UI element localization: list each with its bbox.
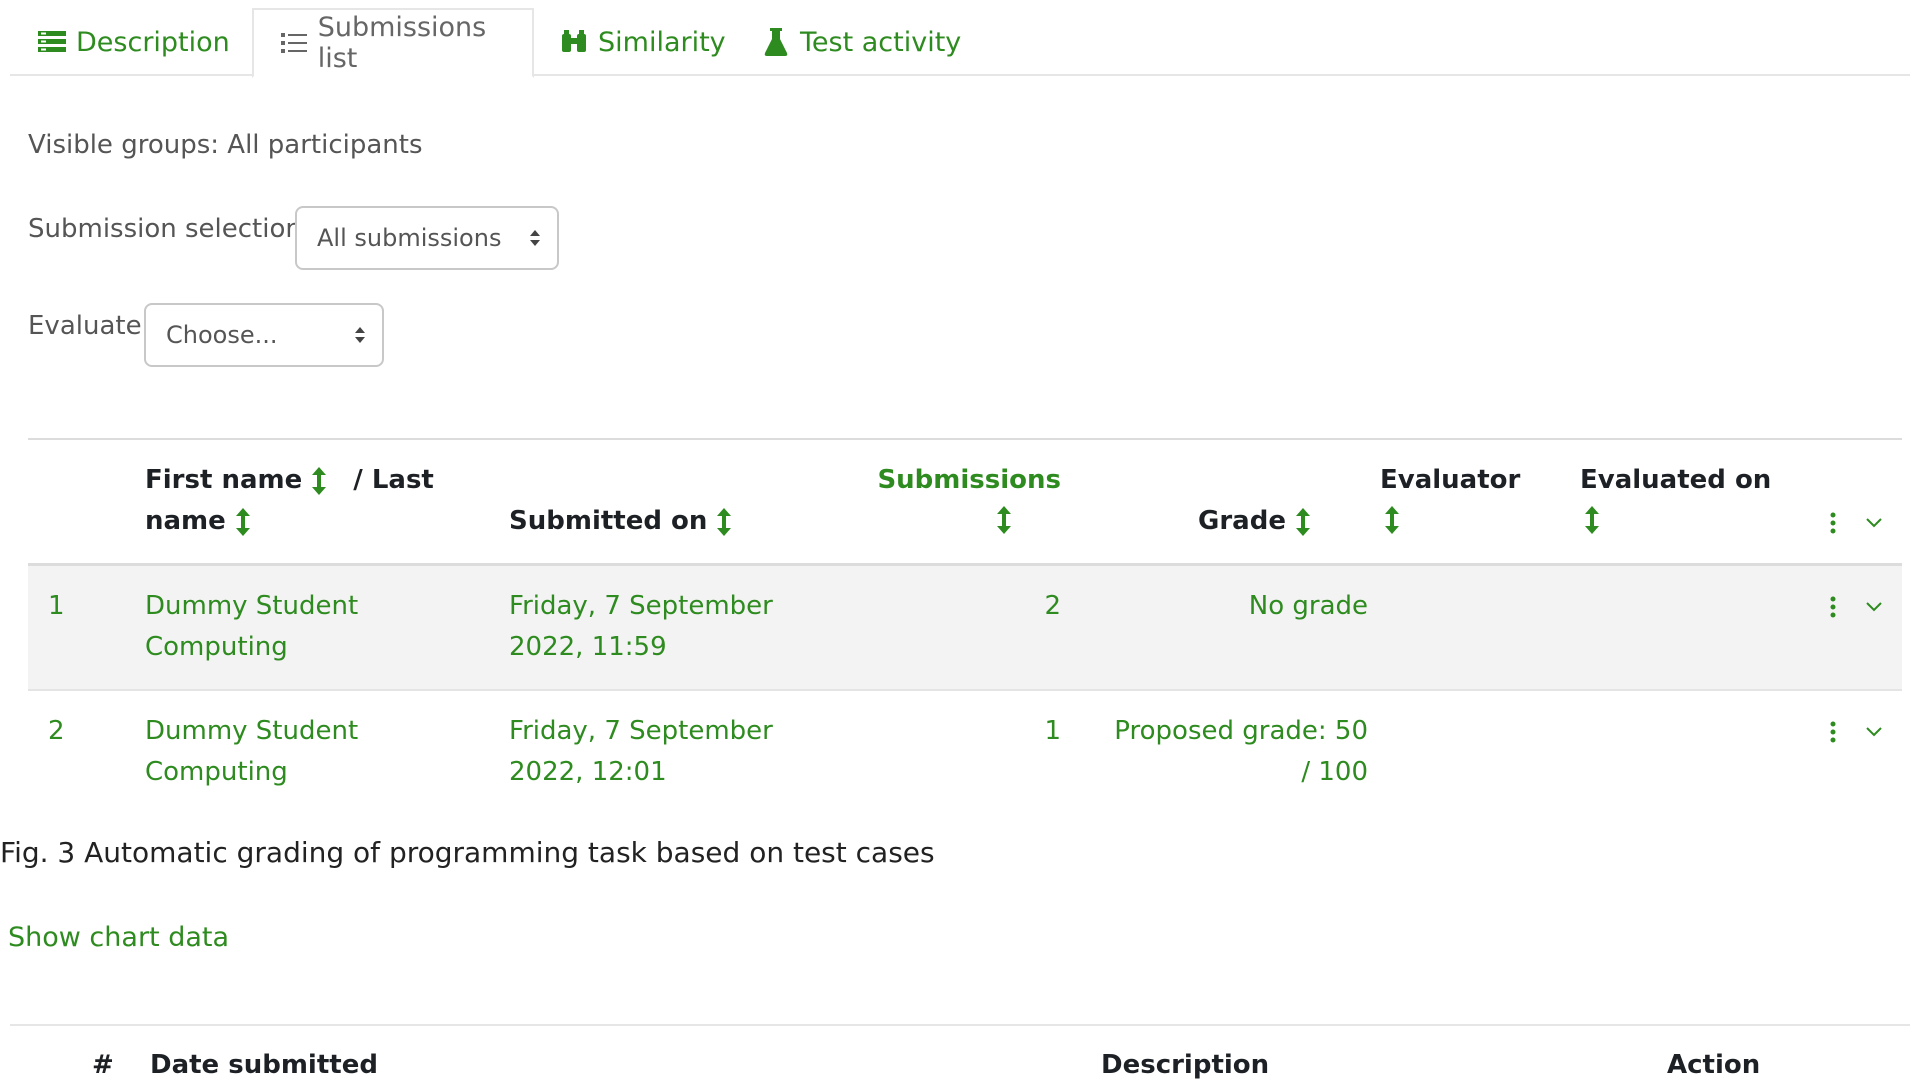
evaluate-label: Evaluate [28,311,142,341]
row-number: 2 [48,716,65,746]
sort-icon[interactable] [235,507,250,536]
select-caret-icon [529,229,541,247]
submitted-date-link[interactable]: Friday, 7 September 2022, 11:59 [509,586,773,668]
submission-selection-value: All submissions [317,224,502,252]
tab-submissions-list-label: Submissions list [317,12,487,74]
table-row: 1 Dummy Student Computing Friday, 7 Sept… [28,566,1902,691]
student-name-link[interactable]: Dummy Student Computing [145,711,358,793]
row-number: 1 [48,591,65,621]
tab-description-label: Description [76,26,230,58]
submissions-table: First name / Last name Submitted on Subm… [28,438,1902,816]
tab-bar: Description Submissions list Similarity … [10,0,1910,78]
sort-icon[interactable] [997,506,1011,534]
chevron-down-icon[interactable] [1866,727,1882,737]
list-icon [280,29,308,57]
tab-description[interactable]: Description [38,8,230,76]
submissions-count-link[interactable]: 2 [876,586,1061,627]
grade-link[interactable]: Proposed grade: 50 / 100 [1078,711,1368,793]
tab-submissions-list[interactable]: Submissions list [252,8,534,78]
table-header: First name / Last name Submitted on Subm… [28,438,1902,566]
submissions-count-link[interactable]: 1 [876,711,1061,752]
header-date-submitted: Date submitted [150,1050,378,1080]
tab-similarity-label: Similarity [598,26,726,58]
flask-icon [762,28,790,56]
kebab-menu-icon[interactable] [1830,596,1836,618]
submission-selection-select[interactable]: All submissions [295,206,559,270]
submission-selection-label: Submission selection [28,214,302,244]
sort-icon[interactable] [1585,506,1599,534]
header-description: Description [1101,1050,1270,1080]
tab-test-activity[interactable]: Test activity [762,8,961,76]
select-caret-icon [354,326,366,344]
header-first-name[interactable]: First name / Last [145,460,434,501]
evaluate-select[interactable]: Choose... [144,303,384,367]
figure-caption: Fig. 3 Automatic grading of programming … [0,836,935,869]
divider [10,1024,1910,1026]
binoculars-icon [560,28,588,56]
header-evaluated-on[interactable]: Evaluated on [1580,460,1771,501]
chevron-down-icon[interactable] [1866,602,1882,612]
sort-icon[interactable] [1295,507,1310,536]
kebab-menu-icon[interactable] [1830,721,1836,743]
header-last-name[interactable]: / Last [353,465,434,495]
header-evaluator[interactable]: Evaluator [1380,460,1520,501]
chevron-down-icon[interactable] [1866,518,1882,528]
header-submissions[interactable]: Submissions [876,460,1061,501]
header-grade[interactable]: Grade [1198,501,1310,542]
table-row: 2 Dummy Student Computing Friday, 7 Sept… [28,691,1902,816]
submitted-date-link[interactable]: Friday, 7 September 2022, 12:01 [509,711,773,793]
tab-test-activity-label: Test activity [800,26,962,58]
header-submitted-on[interactable]: Submitted on [509,501,732,542]
header-number: # [92,1050,114,1080]
grade-link[interactable]: No grade [1078,586,1368,627]
student-name-link[interactable]: Dummy Student Computing [145,586,358,668]
show-chart-data-link[interactable]: Show chart data [8,922,229,953]
visible-groups-text: Visible groups: All participants [28,130,423,160]
sort-icon[interactable] [1385,506,1399,534]
sort-icon[interactable] [717,507,732,536]
evaluate-value: Choose... [166,321,278,349]
tab-similarity[interactable]: Similarity [560,8,726,76]
kebab-menu-icon[interactable] [1830,512,1836,534]
list-alt-icon [38,28,66,56]
header-last-name-cont[interactable]: name [145,501,250,542]
header-action: Action [1667,1050,1761,1080]
sort-icon[interactable] [312,466,327,495]
